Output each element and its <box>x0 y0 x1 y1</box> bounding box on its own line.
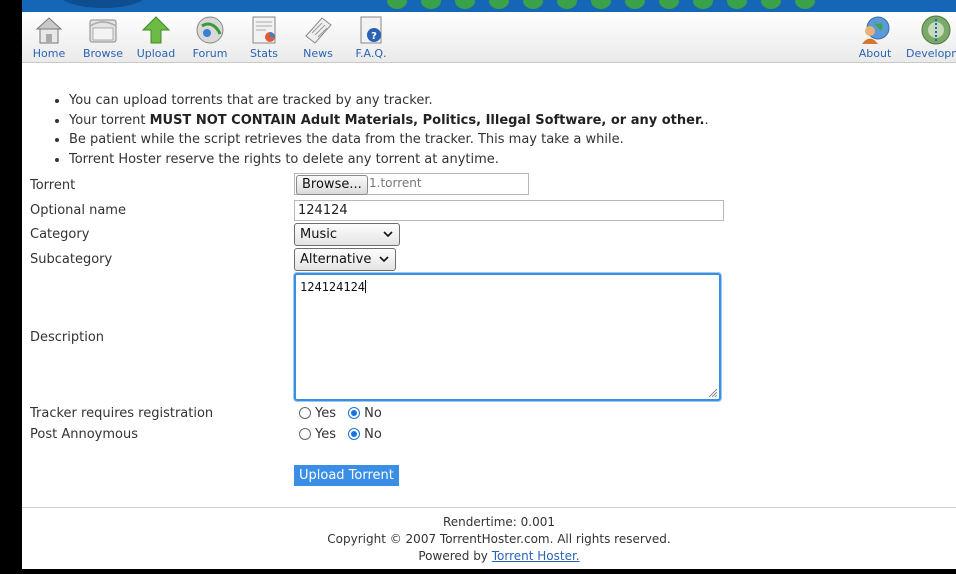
description-label: Description <box>30 330 105 345</box>
nav-development[interactable]: Developm <box>906 14 956 60</box>
rule-item: Torrent Hoster reserve the rights to del… <box>69 150 709 170</box>
description-textarea[interactable]: 124124124 <box>294 273 721 401</box>
nav-home-label: Home <box>32 47 66 60</box>
subcategory-select[interactable]: Alternative <box>294 248 396 271</box>
nav-forum[interactable]: Forum <box>187 14 233 60</box>
browse-button[interactable]: Browse... <box>296 175 368 195</box>
page: Home Browse Upload Forum Stats News ? F.… <box>22 0 956 574</box>
post-anonymous-yes[interactable]: Yes <box>299 427 336 442</box>
nav-about[interactable]: About <box>852 14 898 60</box>
nav-browse-label: Browse <box>82 47 124 60</box>
tracker-registration-yes[interactable]: Yes <box>299 406 336 421</box>
nav-news-label: News <box>303 47 333 60</box>
nav-forum-label: Forum <box>192 47 228 60</box>
footer: Rendertime: 0.001 Copyright © 2007 Torre… <box>22 514 956 565</box>
nav-faq[interactable]: ? F.A.Q. <box>348 14 394 60</box>
nav-home[interactable]: Home <box>26 14 72 60</box>
description-text: 124124124 <box>300 280 366 294</box>
rule-item: Be patient while the script retrieves th… <box>69 130 709 150</box>
copyright-text: Copyright © 2007 TorrentHoster.com. All … <box>327 532 671 546</box>
tracker-registration-radio-group: Yes No <box>299 406 390 421</box>
torrent-label: Torrent <box>30 178 76 193</box>
development-globe-icon <box>921 15 951 45</box>
chart-document-icon <box>252 16 276 44</box>
people-globe-icon <box>862 16 890 44</box>
upload-arrow-icon <box>141 16 171 44</box>
rule-emphasis: MUST NOT CONTAIN Adult Materials, Politi… <box>149 112 705 128</box>
category-selected-value: Music <box>300 227 337 242</box>
footer-divider <box>22 507 956 508</box>
nav-development-label: Developm <box>906 47 956 60</box>
radio-button-selected[interactable] <box>348 407 361 419</box>
main-navigation: Home Browse Upload Forum Stats News ? F.… <box>22 12 956 63</box>
powered-by: Powered by Torrent Hoster. <box>418 549 580 563</box>
nav-browse[interactable]: Browse <box>80 14 126 60</box>
rule-item: You can upload torrents that are tracked… <box>69 91 709 111</box>
folder-icon <box>89 19 117 43</box>
subcategory-label: Subcategory <box>30 252 113 267</box>
upload-rules-list: You can upload torrents that are tracked… <box>52 91 709 169</box>
nav-about-label: About <box>858 47 892 60</box>
rule-item: Your torrent MUST NOT CONTAIN Adult Mate… <box>69 111 709 131</box>
banner-decoration <box>387 0 827 9</box>
newspaper-icon <box>305 17 332 44</box>
header-banner <box>22 0 956 12</box>
chevron-down-icon <box>379 256 389 263</box>
radio-button[interactable] <box>299 407 311 419</box>
post-anonymous-radio-group: Yes No <box>299 427 390 442</box>
torrent-hoster-link[interactable]: Torrent Hoster. <box>492 549 580 563</box>
subcategory-selected-value: Alternative <box>300 252 372 267</box>
window-bottom-edge <box>22 569 956 574</box>
radio-button[interactable] <box>299 428 311 440</box>
help-document-icon: ? <box>360 16 382 44</box>
upload-torrent-button[interactable]: Upload Torrent <box>294 465 399 486</box>
svg-text:?: ? <box>371 31 377 42</box>
category-select[interactable]: Music <box>294 223 400 246</box>
selected-file-name: 1.torrent <box>369 176 422 190</box>
radio-button-selected[interactable] <box>348 428 361 440</box>
post-anonymous-label: Post Annoymous <box>30 427 138 442</box>
tracker-registration-label: Tracker requires registration <box>30 406 214 421</box>
nav-news[interactable]: News <box>295 14 341 60</box>
nav-upload[interactable]: Upload <box>133 14 179 60</box>
site-logo <box>58 0 148 8</box>
nav-stats[interactable]: Stats <box>241 14 287 60</box>
globe-chat-icon <box>196 16 224 44</box>
text-caret <box>365 280 367 293</box>
torrent-file-input[interactable]: Browse... 1.torrent <box>294 173 529 195</box>
tracker-registration-no[interactable]: No <box>348 406 382 421</box>
category-label: Category <box>30 227 90 242</box>
nav-faq-label: F.A.Q. <box>355 47 387 60</box>
render-time: Rendertime: 0.001 <box>442 515 556 529</box>
optional-name-input[interactable]: 124124 <box>294 200 724 221</box>
optional-name-label: Optional name <box>30 203 126 218</box>
resize-grip-icon[interactable] <box>707 387 717 397</box>
nav-stats-label: Stats <box>249 47 279 60</box>
chevron-down-icon <box>383 231 393 238</box>
house-icon <box>35 17 63 44</box>
post-anonymous-no[interactable]: No <box>348 427 382 442</box>
nav-upload-label: Upload <box>136 47 176 60</box>
